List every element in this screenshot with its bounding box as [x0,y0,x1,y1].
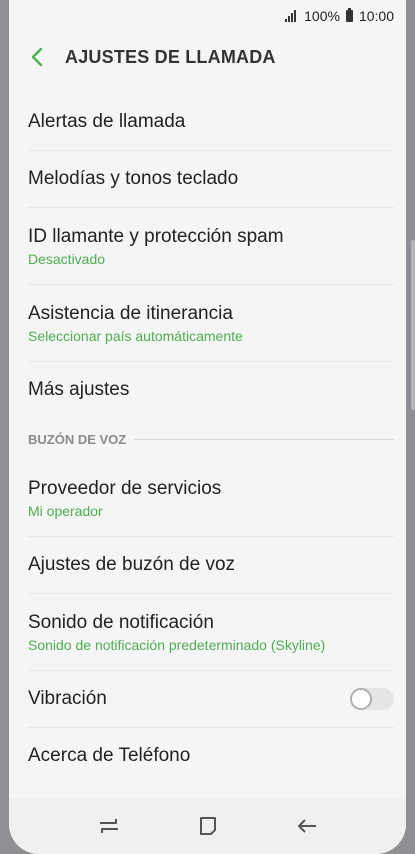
toggle-knob [350,688,372,710]
home-button[interactable] [194,812,222,840]
recent-apps-icon [99,819,118,833]
setting-value: Sonido de notificación predeterminado (S… [28,636,326,653]
clock: 10:00 [358,8,394,24]
navigation-bar [9,798,406,854]
setting-label: Alertas de llamada [28,111,186,132]
recent-apps-button[interactable] [95,812,123,840]
signal-icon [285,10,297,22]
setting-mas-ajustes[interactable]: Más ajustes [28,362,394,418]
setting-label: Proveedor de servicios [28,477,222,499]
home-icon [199,817,216,835]
setting-value: Mi operador [28,502,103,519]
setting-vibracion[interactable]: Vibración [28,671,394,728]
setting-label: Acerca de Teléfono [28,745,191,766]
section-title: BUZÓN DE VOZ [28,431,127,447]
setting-value: Desactivado [28,250,106,267]
status-bar: 100% 10:00 [9,0,406,32]
setting-sonido-notificacion[interactable]: Sonido de notificación Sonido de notific… [28,594,394,671]
setting-label: ID llamante y protección spam [28,225,284,247]
setting-ajustes-buzon[interactable]: Ajustes de buzón de voz [28,537,394,594]
page-title: AJUSTES DE LLAMADA [65,46,276,67]
battery-icon [345,8,353,22]
app-header: AJUSTES DE LLAMADA [9,32,406,82]
setting-label: Vibración [28,688,107,709]
setting-alertas-de-llamada[interactable]: Alertas de llamada [28,94,394,151]
back-button[interactable] [23,47,51,67]
setting-label: Ajustes de buzón de voz [28,554,236,575]
setting-melodias-y-tonos[interactable]: Melodías y tonos teclado [28,151,394,208]
section-divider [134,438,394,440]
battery-level: 100% [304,8,340,24]
back-icon [297,819,316,833]
vibration-toggle[interactable] [350,688,394,710]
setting-label: Más ajustes [28,379,130,400]
setting-value: Seleccionar país automáticamente [28,327,243,344]
side-button [411,240,415,410]
setting-asistencia-itinerancia[interactable]: Asistencia de itinerancia Seleccionar pa… [28,285,394,362]
phone-screen: 100% 10:00 AJUSTES DE LLAMADA Alertas de… [9,0,406,854]
setting-label: Melodías y tonos teclado [28,168,239,189]
back-nav-button[interactable] [293,812,321,840]
setting-acerca-telefono[interactable]: Acerca de Teléfono [28,728,394,784]
setting-label: Asistencia de itinerancia [28,302,233,324]
setting-label: Sonido de notificación [28,611,214,633]
settings-list: Alertas de llamada Melodías y tonos tecl… [9,94,406,784]
section-header-buzon-de-voz: BUZÓN DE VOZ [28,418,394,460]
setting-proveedor-servicios[interactable]: Proveedor de servicios Mi operador [28,460,394,537]
setting-id-llamante[interactable]: ID llamante y protección spam Desactivad… [28,208,394,285]
chevron-left-icon [31,47,43,67]
